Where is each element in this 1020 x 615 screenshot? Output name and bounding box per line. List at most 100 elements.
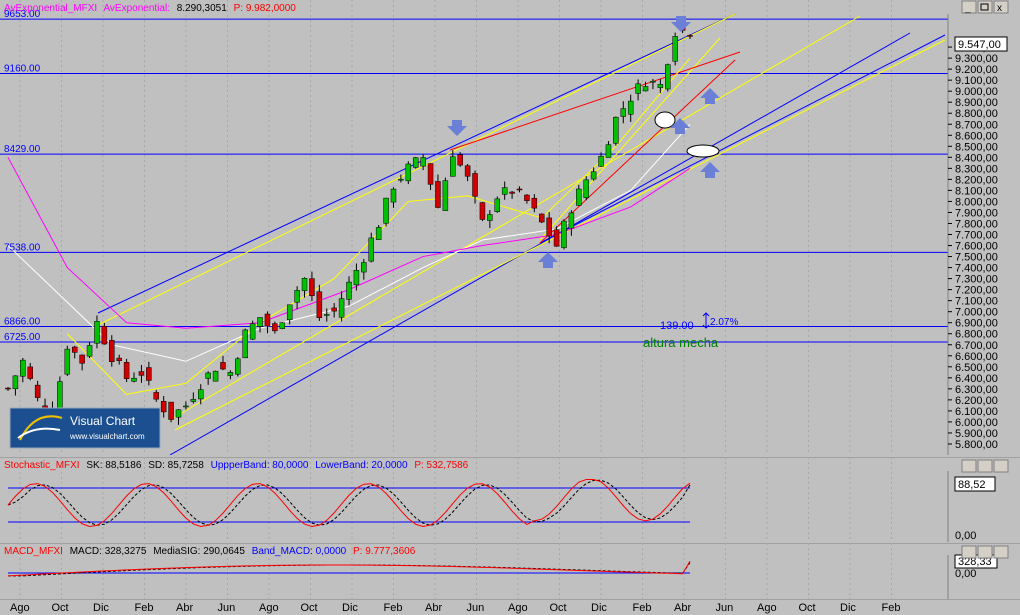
candle-body [613, 116, 619, 144]
title-part: LowerBand: 20,0000 [315, 460, 408, 471]
candle-body [598, 155, 604, 167]
candle-body [635, 83, 641, 94]
level-label: 8429.00 [4, 144, 41, 155]
candle-body [398, 178, 404, 181]
candle-body [64, 348, 71, 375]
macd-panel[interactable]: MACD_MFXI MACD: 328,3275 MediaSIG: 290,0… [0, 543, 1020, 599]
time-axis-label: Dic [342, 602, 358, 614]
candle-body [546, 217, 552, 237]
price-chart-panel[interactable]: 9653.009160.008429.007538.006866.006725.… [0, 0, 1020, 455]
candle-body [561, 220, 567, 248]
candle-body [190, 399, 197, 402]
logo-url: www.visualchart.com [69, 432, 145, 441]
title-part: P: 532,7586 [414, 460, 468, 471]
time-axis-label: Oct [301, 602, 318, 614]
candle-body [264, 313, 271, 327]
minimize-button[interactable] [961, 545, 977, 559]
candle-body [435, 181, 441, 208]
window-controls[interactable] [961, 459, 1009, 473]
candle-body [316, 291, 323, 318]
stochastic-panel[interactable]: Stochastic_MFXI SK: 88,5186 SD: 85,7258 … [0, 457, 1020, 542]
time-axis-label: Ago [10, 602, 30, 614]
title-part: Stochastic_MFXI [4, 460, 80, 471]
candle-body [427, 163, 434, 185]
visualchart-logo: Visual Chart www.visualchart.com [9, 407, 161, 449]
candle-body [590, 171, 597, 180]
level-label: 7538.00 [4, 242, 41, 253]
price-plot-background [0, 0, 1020, 455]
candle-body [420, 157, 426, 167]
time-axis-label: Oct [799, 602, 816, 614]
candle-body [324, 314, 330, 316]
candle-body [183, 405, 189, 408]
candle-body [286, 304, 293, 321]
candle-body [12, 375, 19, 390]
candle-body [576, 188, 582, 206]
time-axis-label: Ago [757, 602, 777, 614]
highlight-ellipse-1 [654, 111, 676, 129]
level-label: 9160.00 [4, 64, 41, 75]
logo-title: Visual Chart [70, 414, 136, 428]
candle-body [205, 372, 211, 379]
minimize-icon: _ [964, 3, 971, 14]
time-axis-label: Oct [550, 602, 567, 614]
candle-body [487, 214, 493, 221]
candle-body [442, 180, 449, 211]
time-axis-label: Ago [259, 602, 279, 614]
candle-body [249, 323, 256, 340]
candle-body [509, 191, 515, 194]
candle-body [657, 84, 664, 88]
last-price-label: 9.547,00 [958, 39, 1001, 51]
restore-button[interactable] [977, 0, 993, 14]
time-axis-label: Feb [633, 602, 652, 614]
candle-body [101, 326, 108, 345]
time-axis-label: Dic [840, 602, 856, 614]
time-axis-label: Dic [591, 602, 607, 614]
title-part: Band_MACD: 0,0000 [252, 546, 347, 557]
candle-body [412, 157, 419, 168]
close-icon: x [997, 3, 1002, 14]
candle-body [331, 307, 337, 312]
candle-body [620, 108, 627, 117]
candle-body [450, 156, 456, 177]
window-controls[interactable]: _ x [961, 0, 1009, 14]
stoch-value-label: 88,52 [958, 479, 986, 491]
time-axis-label: Abr [176, 602, 193, 614]
candle-body [138, 371, 145, 376]
time-axis-label: Oct [52, 602, 69, 614]
annotation-difference: 139.00 [660, 320, 694, 332]
time-axis-label: Dic [93, 602, 109, 614]
time-axis-label: Abr [674, 602, 691, 614]
candle-body [34, 384, 41, 398]
candle-body [353, 270, 360, 286]
stoch-panel-title: Stochastic_MFXI SK: 88,5186 SD: 85,7258 … [4, 460, 469, 471]
close-button[interactable] [993, 545, 1009, 559]
time-axis-label: Feb [882, 602, 901, 614]
candle-body [94, 321, 100, 344]
candle-body [86, 345, 93, 357]
restore-button[interactable] [977, 545, 993, 559]
candle-body [524, 194, 530, 201]
candle-body [109, 340, 115, 363]
candle-body [472, 173, 478, 197]
candle-body [20, 359, 26, 377]
candle-body [531, 197, 538, 209]
main-panel-title: AvExponential_MFXI AvExponential: 8.290,… [4, 3, 296, 14]
time-axis-label: Feb [135, 602, 154, 614]
window-controls[interactable] [961, 545, 1009, 559]
level-label: 6866.00 [4, 316, 41, 327]
title-part: SK: 88,5186 [86, 460, 141, 471]
candle-body [361, 262, 367, 273]
candle-body [175, 409, 182, 418]
candle-body [405, 163, 412, 182]
minimize-button[interactable] [961, 459, 977, 473]
time-axis-label: Jun [467, 602, 485, 614]
restore-button[interactable] [977, 459, 993, 473]
candle-body [538, 213, 545, 223]
candle-body [464, 165, 471, 177]
close-button[interactable] [993, 459, 1009, 473]
candle-body [212, 370, 219, 382]
candle-body [242, 329, 248, 359]
candle-body [227, 372, 234, 376]
candle-body [665, 64, 671, 90]
